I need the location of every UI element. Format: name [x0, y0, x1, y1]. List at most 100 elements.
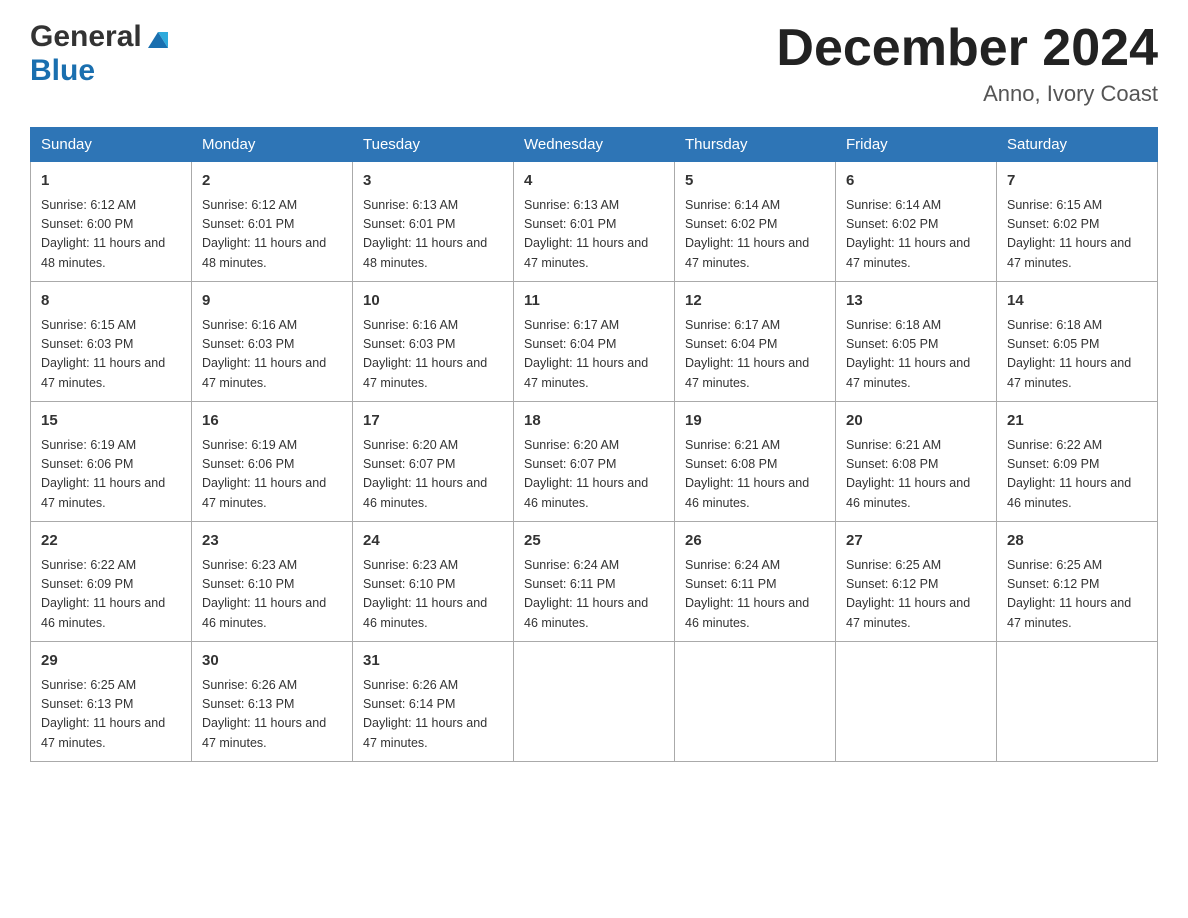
- header-thursday: Thursday: [675, 128, 836, 162]
- table-row: 2 Sunrise: 6:12 AMSunset: 6:01 PMDaylight…: [192, 162, 353, 282]
- table-row: 28 Sunrise: 6:25 AMSunset: 6:12 PMDayligh…: [997, 522, 1158, 642]
- table-row: 20 Sunrise: 6:21 AMSunset: 6:08 PMDayligh…: [836, 402, 997, 522]
- logo-blue-text: Blue: [30, 54, 95, 87]
- day-number: 3: [363, 170, 503, 193]
- header-saturday: Saturday: [997, 128, 1158, 162]
- table-row: 29 Sunrise: 6:25 AMSunset: 6:13 PMDayligh…: [31, 642, 192, 762]
- table-row: 15 Sunrise: 6:19 AMSunset: 6:06 PMDayligh…: [31, 402, 192, 522]
- title-area: December 2024 Anno, Ivory Coast: [776, 20, 1158, 107]
- day-number: 2: [202, 170, 342, 193]
- day-number: 13: [846, 290, 986, 313]
- table-row: 30Sunrise: 6:26 AMSunset: 6:13 PMDayligh…: [192, 642, 353, 762]
- header-monday: Monday: [192, 128, 353, 162]
- day-info: Sunrise: 6:12 AMSunset: 6:00 PMDaylight:…: [41, 196, 181, 274]
- day-number: 11: [524, 290, 664, 313]
- table-row: 13 Sunrise: 6:18 AMSunset: 6:05 PMDayligh…: [836, 282, 997, 402]
- page-header: General Blue December 2024 Anno, Ivory C…: [30, 20, 1158, 107]
- day-info: Sunrise: 6:12 AMSunset: 6:01 PMDaylight:…: [202, 196, 342, 274]
- day-info: Sunrise: 6:17 AMSunset: 6:04 PMDaylight:…: [524, 316, 664, 394]
- day-info: Sunrise: 6:18 AMSunset: 6:05 PMDaylight:…: [846, 316, 986, 394]
- day-info: Sunrise: 6:25 AMSunset: 6:12 PMDaylight:…: [846, 556, 986, 634]
- day-number: 9: [202, 290, 342, 313]
- day-number: 8: [41, 290, 181, 313]
- table-row: 5 Sunrise: 6:14 AMSunset: 6:02 PMDaylight…: [675, 162, 836, 282]
- day-number: 15: [41, 410, 181, 433]
- day-number: 5: [685, 170, 825, 193]
- day-number: 19: [685, 410, 825, 433]
- header-tuesday: Tuesday: [353, 128, 514, 162]
- calendar-week-row: 1 Sunrise: 6:12 AMSunset: 6:00 PMDaylight…: [31, 162, 1158, 282]
- day-number: 10: [363, 290, 503, 313]
- table-row: 22 Sunrise: 6:22 AMSunset: 6:09 PMDayligh…: [31, 522, 192, 642]
- day-info: Sunrise: 6:13 AMSunset: 6:01 PMDaylight:…: [363, 196, 503, 274]
- day-number: 7: [1007, 170, 1147, 193]
- table-row: 12 Sunrise: 6:17 AMSunset: 6:04 PMDayligh…: [675, 282, 836, 402]
- header-sunday: Sunday: [31, 128, 192, 162]
- day-number: 20: [846, 410, 986, 433]
- day-info: Sunrise: 6:22 AMSunset: 6:09 PMDaylight:…: [1007, 436, 1147, 514]
- day-info: Sunrise: 6:17 AMSunset: 6:04 PMDaylight:…: [685, 316, 825, 394]
- day-number: 12: [685, 290, 825, 313]
- calendar-week-row: 15 Sunrise: 6:19 AMSunset: 6:06 PMDayligh…: [31, 402, 1158, 522]
- table-row: 19 Sunrise: 6:21 AMSunset: 6:08 PMDayligh…: [675, 402, 836, 522]
- day-number: 23: [202, 530, 342, 553]
- day-number: 27: [846, 530, 986, 553]
- table-row: 31 Sunrise: 6:26 AMSunset: 6:14 PMDayligh…: [353, 642, 514, 762]
- day-number: 30: [202, 650, 342, 673]
- day-info: Sunrise: 6:24 AMSunset: 6:11 PMDaylight:…: [685, 556, 825, 634]
- day-info: Sunrise: 6:14 AMSunset: 6:02 PMDaylight:…: [685, 196, 825, 274]
- table-row: 16 Sunrise: 6:19 AMSunset: 6:06 PMDayligh…: [192, 402, 353, 522]
- table-row: 25Sunrise: 6:24 AMSunset: 6:11 PMDayligh…: [514, 522, 675, 642]
- table-row: [997, 642, 1158, 762]
- day-number: 29: [41, 650, 181, 673]
- calendar-header-row: Sunday Monday Tuesday Wednesday Thursday…: [31, 128, 1158, 162]
- day-info: Sunrise: 6:20 AMSunset: 6:07 PMDaylight:…: [363, 436, 503, 514]
- logo-triangle-icon: [144, 24, 172, 52]
- table-row: 27 Sunrise: 6:25 AMSunset: 6:12 PMDayligh…: [836, 522, 997, 642]
- day-info: Sunrise: 6:25 AMSunset: 6:12 PMDaylight:…: [1007, 556, 1147, 634]
- table-row: 17 Sunrise: 6:20 AMSunset: 6:07 PMDayligh…: [353, 402, 514, 522]
- day-number: 1: [41, 170, 181, 193]
- table-row: 7 Sunrise: 6:15 AMSunset: 6:02 PMDaylight…: [997, 162, 1158, 282]
- day-info: Sunrise: 6:16 AMSunset: 6:03 PMDaylight:…: [202, 316, 342, 394]
- day-info: Sunrise: 6:21 AMSunset: 6:08 PMDaylight:…: [685, 436, 825, 514]
- day-info: Sunrise: 6:18 AMSunset: 6:05 PMDaylight:…: [1007, 316, 1147, 394]
- table-row: 26Sunrise: 6:24 AMSunset: 6:11 PMDayligh…: [675, 522, 836, 642]
- table-row: [514, 642, 675, 762]
- day-number: 16: [202, 410, 342, 433]
- table-row: 6Sunrise: 6:14 AMSunset: 6:02 PMDaylight…: [836, 162, 997, 282]
- calendar-location: Anno, Ivory Coast: [776, 81, 1158, 107]
- table-row: 10 Sunrise: 6:16 AMSunset: 6:03 PMDayligh…: [353, 282, 514, 402]
- day-info: Sunrise: 6:15 AMSunset: 6:02 PMDaylight:…: [1007, 196, 1147, 274]
- day-info: Sunrise: 6:19 AMSunset: 6:06 PMDaylight:…: [202, 436, 342, 514]
- day-number: 31: [363, 650, 503, 673]
- day-number: 18: [524, 410, 664, 433]
- day-info: Sunrise: 6:26 AMSunset: 6:14 PMDaylight:…: [363, 676, 503, 754]
- table-row: 21 Sunrise: 6:22 AMSunset: 6:09 PMDayligh…: [997, 402, 1158, 522]
- day-number: 6: [846, 170, 986, 193]
- day-number: 17: [363, 410, 503, 433]
- day-info: Sunrise: 6:23 AMSunset: 6:10 PMDaylight:…: [363, 556, 503, 634]
- day-info: Sunrise: 6:19 AMSunset: 6:06 PMDaylight:…: [41, 436, 181, 514]
- calendar-week-row: 22 Sunrise: 6:22 AMSunset: 6:09 PMDayligh…: [31, 522, 1158, 642]
- table-row: 24 Sunrise: 6:23 AMSunset: 6:10 PMDayligh…: [353, 522, 514, 642]
- day-number: 28: [1007, 530, 1147, 553]
- day-number: 4: [524, 170, 664, 193]
- day-info: Sunrise: 6:25 AMSunset: 6:13 PMDaylight:…: [41, 676, 181, 754]
- calendar-week-row: 8 Sunrise: 6:15 AMSunset: 6:03 PMDaylight…: [31, 282, 1158, 402]
- day-number: 21: [1007, 410, 1147, 433]
- day-info: Sunrise: 6:22 AMSunset: 6:09 PMDaylight:…: [41, 556, 181, 634]
- table-row: [836, 642, 997, 762]
- day-info: Sunrise: 6:21 AMSunset: 6:08 PMDaylight:…: [846, 436, 986, 514]
- day-number: 14: [1007, 290, 1147, 313]
- header-friday: Friday: [836, 128, 997, 162]
- day-info: Sunrise: 6:24 AMSunset: 6:11 PMDaylight:…: [524, 556, 664, 634]
- day-info: Sunrise: 6:15 AMSunset: 6:03 PMDaylight:…: [41, 316, 181, 394]
- table-row: 8 Sunrise: 6:15 AMSunset: 6:03 PMDaylight…: [31, 282, 192, 402]
- table-row: 14 Sunrise: 6:18 AMSunset: 6:05 PMDayligh…: [997, 282, 1158, 402]
- day-number: 22: [41, 530, 181, 553]
- day-info: Sunrise: 6:16 AMSunset: 6:03 PMDaylight:…: [363, 316, 503, 394]
- day-number: 24: [363, 530, 503, 553]
- table-row: 1 Sunrise: 6:12 AMSunset: 6:00 PMDaylight…: [31, 162, 192, 282]
- day-info: Sunrise: 6:13 AMSunset: 6:01 PMDaylight:…: [524, 196, 664, 274]
